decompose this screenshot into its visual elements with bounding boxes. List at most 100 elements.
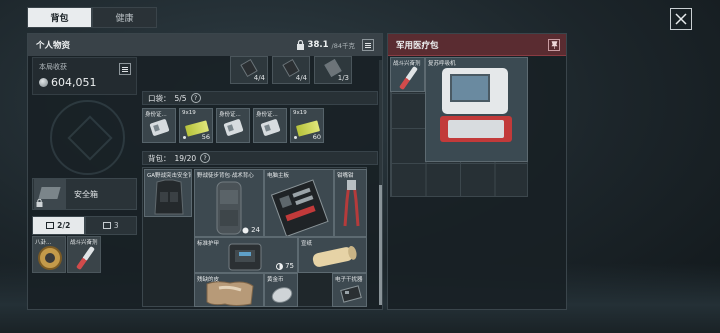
med-item-ventilator[interactable]: 复苏呼吸机 xyxy=(425,57,528,162)
earnings-box: 本局收获 604,051 xyxy=(32,57,137,95)
pliers-icon xyxy=(343,180,360,227)
bag-item-paper[interactable]: 宣纸 xyxy=(298,237,367,273)
equipment-count: 1/3 xyxy=(337,74,349,82)
bag-item-coin[interactable]: 黄金币 xyxy=(264,273,298,307)
pocket-capacity: 5/5 xyxy=(174,93,187,103)
tab-wards-count: 2/2 xyxy=(57,221,71,230)
item-label: 标准护甲 xyxy=(197,241,220,247)
safe-box-slot[interactable]: 安全箱 xyxy=(32,178,137,210)
bag-item-ga-vest[interactable]: GA野战突击安全背包 xyxy=(144,169,192,217)
ward-slot-label: 八卦... xyxy=(35,240,52,246)
lock-icon xyxy=(296,40,304,50)
tab-health[interactable]: 健康 xyxy=(92,7,157,28)
sort-menu-button[interactable] xyxy=(362,39,374,51)
faction-emblem xyxy=(50,100,125,175)
pocket-header: 口袋： 5/5 ? xyxy=(142,91,378,105)
med-item-stimulant[interactable]: 战斗兴奋剂 xyxy=(390,57,425,92)
personal-inventory-title: 个人物资 xyxy=(36,41,71,51)
bag-item-camo-pack[interactable]: 野战徒步背包·战术背心 24 xyxy=(194,169,264,237)
armor-count-value: 24 xyxy=(251,226,260,234)
pocket-label: 口袋： xyxy=(148,93,171,103)
equipment-count: 4/4 xyxy=(253,74,265,82)
case-icon xyxy=(102,222,111,229)
syringe-icon xyxy=(398,65,419,91)
bag-item-cutter[interactable]: 钳嘴钳 xyxy=(334,169,367,237)
id-card-icon xyxy=(149,118,170,137)
equipment-row: 4/4 4/4 1/3 xyxy=(230,56,352,84)
equipment-slot[interactable]: 4/4 xyxy=(230,56,268,84)
equipment-count: 4/4 xyxy=(295,74,307,82)
toolbox-icon xyxy=(46,222,55,229)
earnings-label: 本局收获 xyxy=(39,63,67,71)
bag-item-motherboard[interactable]: 电脑主板 xyxy=(264,169,334,237)
armor-durability: 75 xyxy=(276,262,294,270)
ventilator-panel xyxy=(448,120,504,138)
item-label: 宣纸 xyxy=(301,241,313,247)
item-label: 身份证... xyxy=(256,112,278,118)
close-button[interactable] xyxy=(670,8,692,30)
help-icon[interactable]: ? xyxy=(200,153,211,163)
earnings-value-row: 604,051 xyxy=(39,76,97,89)
item-label: 战斗兴奋剂 xyxy=(393,61,421,67)
item-label: 残缺的皮 xyxy=(197,277,220,283)
pocket-item-id-card[interactable]: 身份证... xyxy=(142,108,176,143)
pin-button[interactable] xyxy=(548,39,560,51)
safe-box-icon xyxy=(34,179,66,209)
id-card-icon xyxy=(223,118,244,137)
item-label: 复苏呼吸机 xyxy=(428,61,456,67)
coin-icon xyxy=(39,78,48,87)
status-dot xyxy=(183,136,186,139)
armor-count: 24 xyxy=(242,226,260,234)
medical-kit-title: 军用医疗包 xyxy=(396,40,439,51)
item-label: 电子干扰器 xyxy=(335,277,363,283)
backpack-header: 背包： 19/20 ? xyxy=(142,151,378,165)
close-icon xyxy=(675,13,687,25)
ward-slot-bagua[interactable]: 八卦... xyxy=(32,236,66,273)
equipment-slot[interactable]: 1/3 xyxy=(314,56,352,84)
backpack-grid: GA野战突击安全背包 野战徒步背包·战术背心 24 电脑主板 xyxy=(142,167,367,307)
help-icon[interactable]: ? xyxy=(190,93,201,103)
pocket-item-ammo[interactable]: 9x19 60 xyxy=(290,108,324,143)
syringe-icon xyxy=(75,245,96,271)
item-label: 黄金币 xyxy=(267,277,284,283)
item-label: 钳嘴钳 xyxy=(337,173,354,179)
inventory-scrollbar-thumb[interactable] xyxy=(379,185,382,305)
bag-item-fur[interactable]: 残缺的皮 xyxy=(194,273,264,307)
ward-slot-stimulant[interactable]: 战斗兴奋剂 xyxy=(67,236,101,273)
backpack-capacity: 19/20 xyxy=(174,153,197,163)
tab-wards[interactable]: 2/2 xyxy=(32,216,85,235)
armor-durability-value: 75 xyxy=(285,262,294,270)
personal-inventory-header: 个人物资 38.1/84千克 xyxy=(28,34,382,56)
ward-tabs: 2/2 3 xyxy=(32,216,137,235)
bag-item-standard-armor[interactable]: 标准护甲 75 xyxy=(194,237,298,273)
status-dot xyxy=(294,136,297,139)
ward-slot-label: 战斗兴奋剂 xyxy=(70,240,98,246)
item-label: 身份证... xyxy=(145,112,167,118)
menu-icon xyxy=(365,42,371,48)
tab-backpack[interactable]: 背包 xyxy=(27,7,92,28)
item-label: 电脑主板 xyxy=(267,173,290,179)
medical-kit-header: 军用医疗包 xyxy=(388,34,566,56)
weight-max: /84千克 xyxy=(331,42,355,50)
item-label: GA野战突击安全背包 xyxy=(147,173,191,179)
item-label: 9x19 xyxy=(182,110,196,116)
top-tabs: 背包 健康 xyxy=(27,7,157,28)
menu-icon xyxy=(122,66,128,72)
durability-icon xyxy=(242,227,249,233)
item-label: 野战徒步背包·战术背心 xyxy=(197,173,254,179)
pocket-item-id-card[interactable]: 身份证... xyxy=(216,108,250,143)
equipment-slot[interactable]: 4/4 xyxy=(272,56,310,84)
pocket-item-id-card[interactable]: 身份证... xyxy=(253,108,287,143)
item-label: 身份证... xyxy=(219,112,241,118)
tab-other[interactable]: 3 xyxy=(84,216,137,235)
motherboard-icon xyxy=(270,179,329,236)
lock-icon xyxy=(36,199,43,207)
item-count: 60 xyxy=(312,133,321,141)
pocket-item-ammo[interactable]: 9x19 56 xyxy=(179,108,213,143)
backpack-label: 背包： xyxy=(148,153,171,163)
tab-other-count: 3 xyxy=(113,221,119,230)
pin-icon xyxy=(550,41,558,49)
earnings-menu-button[interactable] xyxy=(119,63,131,75)
durability-icon xyxy=(276,262,284,270)
bag-item-jammer[interactable]: 电子干扰器 xyxy=(332,273,367,307)
